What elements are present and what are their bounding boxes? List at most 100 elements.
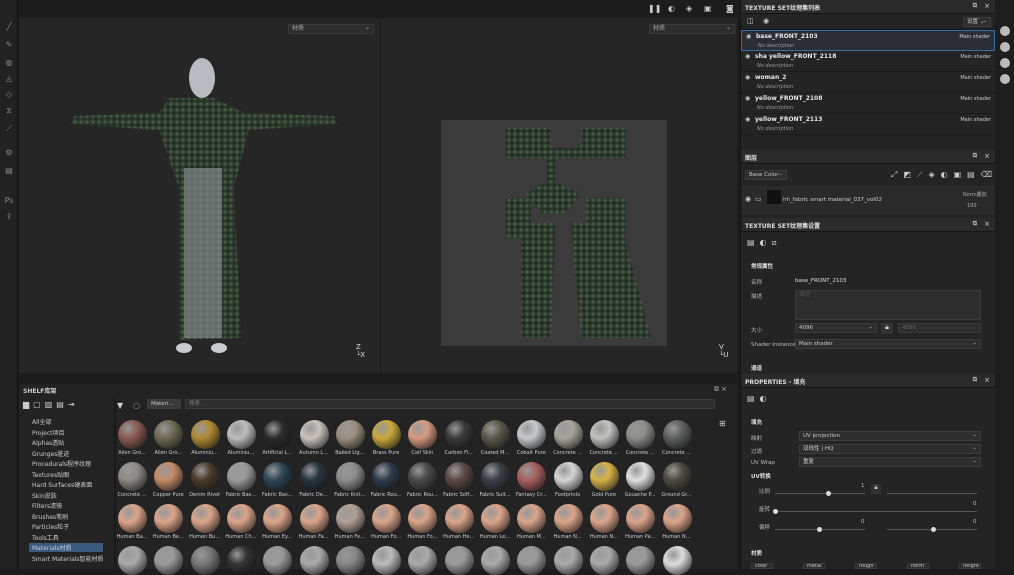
- material-thumbnail[interactable]: [481, 504, 510, 533]
- material-thumbnail[interactable]: [118, 546, 147, 575]
- material-thumbnail[interactable]: [517, 546, 547, 575]
- viewport-2d-mode-select[interactable]: 材质: [649, 24, 735, 34]
- screenshot-icon[interactable]: ◙: [726, 4, 734, 13]
- shelf-category[interactable]: Smart Materials智能材质: [32, 554, 104, 563]
- brush-icon[interactable]: ╱: [4, 22, 14, 32]
- material-thumbnail[interactable]: [226, 504, 256, 533]
- shelf-category[interactable]: Skin皮肤: [32, 491, 57, 500]
- rotation-slider[interactable]: [775, 511, 977, 512]
- material-thumbnail[interactable]: [662, 504, 692, 533]
- settings-tabs[interactable]: ▤◐⧄: [747, 238, 782, 248]
- material-thumbnail[interactable]: [481, 462, 510, 491]
- export-icon[interactable]: ⇪: [4, 212, 14, 222]
- scale-knob[interactable]: [826, 491, 831, 496]
- material-thumbnail[interactable]: [263, 504, 293, 533]
- material-thumbnail[interactable]: [299, 462, 329, 491]
- camera-icon[interactable]: ▣: [704, 4, 712, 13]
- material-thumbnail[interactable]: [372, 420, 402, 449]
- shelf-category[interactable]: Textures贴图: [32, 470, 69, 479]
- pin-icon[interactable]: ⧉ ×: [714, 385, 727, 394]
- texture-set-item[interactable]: ◉ yellow_FRONT_2113 No description Main sha…: [741, 114, 995, 135]
- material-thumbnail[interactable]: [517, 504, 547, 533]
- material-thumbnail[interactable]: [589, 462, 619, 491]
- material-thumbnail[interactable]: [662, 546, 692, 575]
- grid-view-icon[interactable]: ⊞: [719, 419, 726, 428]
- material-thumbnail[interactable]: [263, 420, 293, 449]
- material-thumbnail[interactable]: [263, 462, 293, 491]
- texture-set-item[interactable]: ◉ sha yellow_FRONT_2118 No description Main…: [741, 51, 995, 72]
- pin-icon[interactable]: ⧉: [973, 152, 977, 160]
- viewport-3d[interactable]: 材质 Z└X: [19, 18, 380, 373]
- channel-select[interactable]: Base Color: [745, 170, 787, 180]
- material-thumbnail[interactable]: [335, 504, 365, 533]
- material-thumbnail[interactable]: [589, 420, 619, 449]
- eye-icon[interactable]: ◉: [746, 33, 751, 40]
- eye-icon[interactable]: ◉: [745, 116, 750, 123]
- material-thumbnail[interactable]: [408, 546, 438, 575]
- shader-select[interactable]: Main shader: [795, 339, 981, 349]
- material-thumbnail[interactable]: [408, 504, 438, 533]
- material-thumbnail[interactable]: [626, 546, 656, 575]
- geometry-icon[interactable]: ◬: [4, 74, 14, 84]
- pin-icon[interactable]: ⧉: [973, 220, 977, 228]
- material-thumbnail[interactable]: [299, 504, 329, 533]
- offset-knob-u[interactable]: [817, 527, 822, 532]
- shelf-category[interactable]: Materials材质: [29, 543, 103, 552]
- material-thumbnail[interactable]: [481, 420, 510, 449]
- viewport-3d-mode-select[interactable]: 材质: [288, 24, 374, 34]
- ps-icon[interactable]: Ps: [4, 196, 14, 206]
- material-channel-button[interactable]: height: [959, 563, 981, 569]
- material-thumbnail[interactable]: [481, 546, 510, 575]
- layer-name[interactable]: hh_fabric smart material_037_vol02: [783, 197, 882, 203]
- material-thumbnail[interactable]: [626, 420, 656, 449]
- eraser-icon[interactable]: ✎: [4, 40, 14, 50]
- material-thumbnail[interactable]: [662, 420, 692, 449]
- material-channel-button[interactable]: norm: [907, 563, 929, 569]
- layer-eye-icon[interactable]: ◉: [745, 195, 751, 203]
- filter-icon[interactable]: ◫: [747, 17, 754, 25]
- settings-icon[interactable]: ⚙: [4, 148, 14, 158]
- scale-value[interactable]: 1: [861, 483, 865, 489]
- viewport-2d[interactable]: 材质 V└U: [381, 18, 737, 373]
- material-thumbnail[interactable]: [408, 420, 438, 449]
- material-thumbnail[interactable]: [444, 462, 474, 491]
- filter-icon[interactable]: ▼: [117, 401, 123, 410]
- material-thumbnail[interactable]: [589, 546, 619, 575]
- material-thumbnail[interactable]: [118, 504, 147, 533]
- material-channel-button[interactable]: metal: [803, 563, 825, 569]
- material-thumbnail[interactable]: [154, 462, 184, 491]
- projection-select[interactable]: UV projection: [799, 431, 981, 441]
- material-thumbnail[interactable]: [662, 462, 692, 491]
- material-thumbnail[interactable]: [626, 462, 656, 491]
- material-thumbnail[interactable]: [372, 504, 402, 533]
- rotation-knob[interactable]: [773, 509, 778, 514]
- material-thumbnail[interactable]: [444, 504, 474, 533]
- material-thumbnail[interactable]: [517, 420, 547, 449]
- smudge-icon[interactable]: ⟋: [4, 124, 14, 134]
- shelf-category[interactable]: Tools工具: [32, 533, 59, 542]
- material-thumbnail[interactable]: [190, 504, 220, 533]
- shelf-category[interactable]: Filters滤镜: [32, 501, 62, 510]
- settings-dropdown[interactable]: 设置 ⌄: [963, 17, 991, 27]
- material-thumbnail[interactable]: [190, 462, 220, 491]
- material-thumbnail[interactable]: [553, 546, 583, 575]
- display-icon[interactable]: [1000, 74, 1010, 84]
- material-thumbnail[interactable]: [226, 420, 256, 449]
- layer-stack-icon[interactable]: [1000, 42, 1010, 52]
- shelf-category[interactable]: Brushes笔刷: [32, 512, 68, 521]
- material-thumbnail[interactable]: [154, 420, 184, 449]
- shelf-category[interactable]: Project项目: [32, 428, 65, 437]
- material-thumbnail[interactable]: [154, 504, 184, 533]
- lock-icon[interactable]: 🔒︎: [881, 323, 893, 334]
- material-thumbnail[interactable]: [408, 462, 438, 491]
- close-icon[interactable]: ×: [984, 2, 990, 10]
- shelf-tools[interactable]: ▆▢▨▤⇥: [23, 400, 79, 409]
- size-select-2[interactable]: 4096: [898, 323, 981, 333]
- eye-icon[interactable]: ◉: [745, 95, 750, 102]
- shelf-category[interactable]: Alphas透贴: [32, 438, 64, 447]
- eye-icon[interactable]: ◉: [745, 74, 750, 81]
- size-select[interactable]: 4096: [795, 323, 877, 333]
- properties-tabs[interactable]: ▤◐: [747, 394, 772, 403]
- shelf-category[interactable]: All全部: [32, 417, 51, 426]
- close-icon[interactable]: ×: [984, 152, 990, 160]
